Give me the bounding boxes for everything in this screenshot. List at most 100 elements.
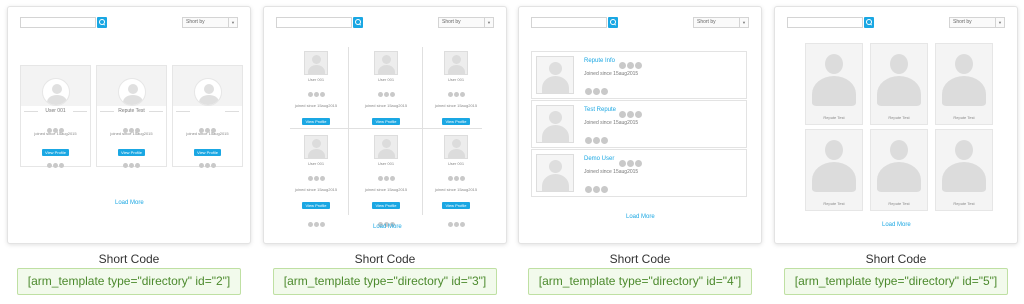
member-row[interactable]: Test Repute Joined since 15aug2015 — [531, 100, 747, 148]
sort-select[interactable]: Short by ▼ — [182, 17, 238, 28]
member-name: User 001 — [377, 77, 395, 82]
search-icon[interactable] — [864, 17, 874, 28]
view-profile-button[interactable]: View Profile — [372, 202, 400, 209]
view-profile-button[interactable]: View Profile — [442, 202, 470, 209]
caption: Short Code — [609, 252, 671, 266]
member-tile[interactable]: Repute Test — [935, 129, 993, 211]
template-column-4: Short by ▼ Repute Test Repute Test Repute… — [774, 0, 1018, 304]
view-profile-button[interactable]: View Profile — [302, 202, 330, 209]
avatar — [304, 51, 328, 75]
social-icons[interactable] — [420, 214, 492, 232]
member-row[interactable]: Demo User Joined since 15aug2015 — [531, 149, 747, 197]
sort-select[interactable]: Short by ▼ — [693, 17, 749, 28]
shortcode-box[interactable]: [arm_template type="directory" id="4"] — [528, 268, 752, 295]
member-cell[interactable]: User 001 joined since 15aug2015 View Pro… — [420, 51, 492, 148]
member-name: Repute Test — [888, 115, 910, 120]
load-more-link[interactable]: Load More — [882, 222, 911, 228]
sort-select[interactable]: Short by ▼ — [949, 17, 1005, 28]
member-row[interactable]: Repute Info Joined since 15aug2015 — [531, 51, 747, 99]
avatar — [536, 154, 574, 192]
chevron-down-icon: ▼ — [995, 18, 1004, 27]
member-name: User 001 — [447, 161, 465, 166]
directory-toolbar: Short by ▼ — [20, 17, 238, 28]
avatar — [810, 48, 858, 106]
member-name: User 001 — [377, 161, 395, 166]
directory-preview-card[interactable]: Short by ▼ User 001 joined since 15aug201… — [263, 6, 507, 244]
load-more-link[interactable]: Load More — [626, 214, 655, 220]
member-name[interactable]: Test Repute — [584, 107, 616, 113]
sort-label: Short by — [186, 19, 205, 25]
directory-preview-card[interactable]: Short by ▼ Repute Test Repute Test Repute… — [774, 6, 1018, 244]
directory-toolbar: Short by ▼ — [787, 17, 1005, 28]
shortcode-box[interactable]: [arm_template type="directory" id="5"] — [784, 268, 1008, 295]
member-cell[interactable]: User 001 joined since 15aug2015 View Pro… — [280, 51, 352, 148]
search-input[interactable] — [531, 17, 607, 28]
badge-icons — [280, 84, 352, 102]
avatar — [875, 134, 923, 192]
member-cell[interactable]: User 001 joined since 15aug2015 View Pro… — [350, 135, 422, 232]
avatar — [940, 134, 988, 192]
social-icons[interactable] — [280, 214, 352, 232]
social-icons[interactable] — [584, 131, 608, 149]
member-name[interactable]: Repute Info — [584, 58, 615, 64]
shortcode-box[interactable]: [arm_template type="directory" id="2"] — [17, 268, 241, 295]
avatar — [940, 48, 988, 106]
member-card[interactable]: User 001 joined since 15aug2015 View Pro… — [20, 65, 91, 168]
view-profile-button[interactable]: View Profile — [372, 118, 400, 125]
social-icons[interactable] — [21, 155, 90, 173]
avatar — [536, 56, 574, 94]
badge-icons — [350, 168, 422, 186]
joined-date: joined since 15aug2015 — [364, 187, 408, 192]
joined-date: joined since 15aug2015 — [434, 187, 478, 192]
member-tile[interactable]: Repute Test — [870, 43, 928, 125]
load-more-link[interactable]: Load More — [115, 200, 144, 206]
avatar — [374, 135, 398, 159]
directory-preview-card[interactable]: Short by ▼ Repute Info Joined since 15aug… — [518, 6, 762, 244]
member-cell[interactable]: User 001 joined since 15aug2015 View Pro… — [280, 135, 352, 232]
member-cell[interactable]: User 001 joined since 15aug2015 View Pro… — [420, 135, 492, 232]
member-tile[interactable]: Repute Test — [935, 43, 993, 125]
member-name: Repute Test — [823, 115, 845, 120]
load-more-link[interactable]: Load More — [373, 224, 402, 230]
social-icons[interactable] — [97, 155, 166, 173]
joined-date: joined since 15aug2015 — [364, 103, 408, 108]
shortcode-box[interactable]: [arm_template type="directory" id="3"] — [273, 268, 497, 295]
avatar — [374, 51, 398, 75]
member-name: User 001 — [307, 77, 325, 82]
template-column-2: Short by ▼ User 001 joined since 15aug201… — [263, 0, 507, 304]
search-input[interactable] — [787, 17, 863, 28]
joined-date: joined since 15aug2015 — [34, 131, 77, 136]
sort-select[interactable]: Short by ▼ — [438, 17, 494, 28]
avatar — [194, 78, 222, 106]
avatar — [810, 134, 858, 192]
view-profile-button[interactable]: View Profile — [302, 118, 330, 125]
member-tile[interactable]: Repute Test — [805, 129, 863, 211]
member-card[interactable]: Repute Test joined since 15aug2015 View … — [96, 65, 167, 168]
sort-label: Short by — [697, 19, 716, 25]
joined-date: Joined since 15aug2015 — [584, 71, 639, 77]
member-tile[interactable]: Repute Test — [870, 129, 928, 211]
directory-preview-card[interactable]: Short by ▼ User 001 joined since 15aug201… — [7, 6, 251, 244]
search-icon[interactable] — [97, 17, 107, 28]
member-cell[interactable]: User 001 joined since 15aug2015 View Pro… — [350, 51, 422, 148]
search-icon[interactable] — [353, 17, 363, 28]
social-icons[interactable] — [584, 82, 608, 100]
search-icon[interactable] — [608, 17, 618, 28]
search-input[interactable] — [20, 17, 96, 28]
view-profile-button[interactable]: View Profile — [442, 118, 470, 125]
member-card[interactable]: joined since 15aug2015 View Profile — [172, 65, 243, 168]
caption: Short Code — [354, 252, 416, 266]
member-name[interactable]: Demo User — [584, 156, 614, 162]
sort-label: Short by — [953, 19, 972, 25]
member-name: Repute Test — [953, 201, 975, 206]
member-name: Repute Test — [888, 201, 910, 206]
social-icons[interactable] — [584, 180, 608, 198]
template-column-1: Short by ▼ User 001 joined since 15aug201… — [7, 0, 251, 304]
member-tile[interactable]: Repute Test — [805, 43, 863, 125]
search-input[interactable] — [276, 17, 352, 28]
joined-date: joined since 15aug2015 — [294, 103, 338, 108]
social-icons[interactable] — [173, 155, 242, 173]
directory-toolbar: Short by ▼ — [531, 17, 749, 28]
avatar — [304, 135, 328, 159]
member-name: User 001 — [45, 108, 66, 114]
